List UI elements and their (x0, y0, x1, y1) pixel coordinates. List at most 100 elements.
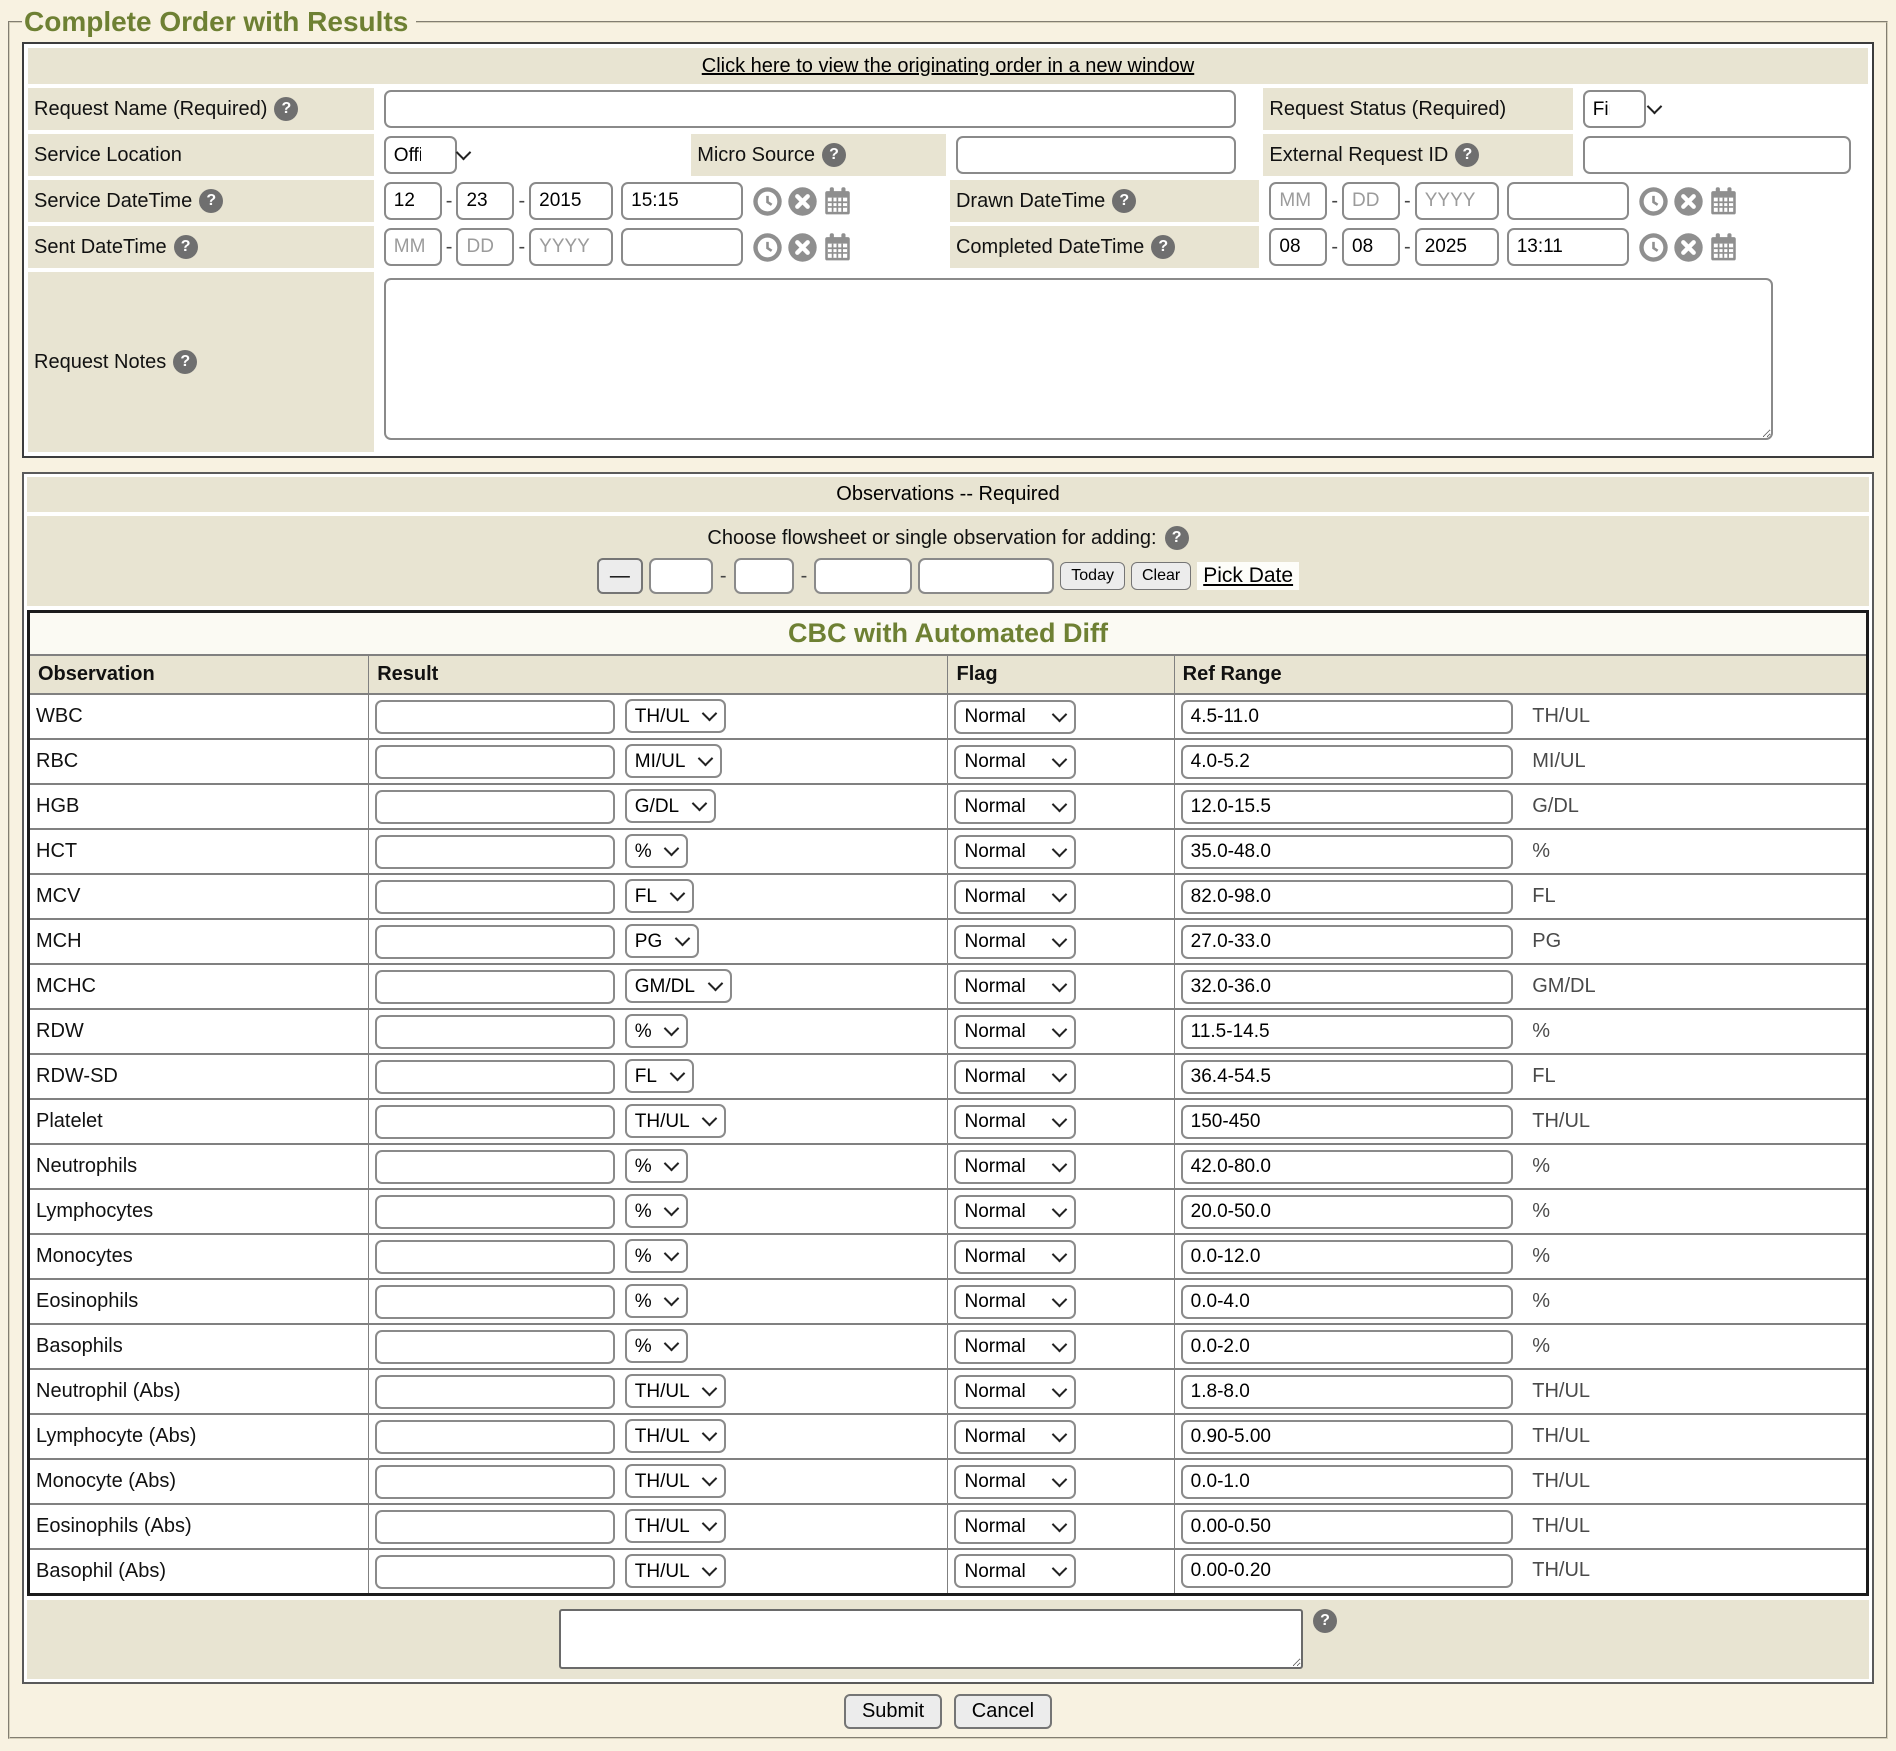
ref-range-input[interactable] (1181, 1150, 1513, 1184)
cancel-button[interactable]: Cancel (954, 1694, 1052, 1729)
ref-range-input[interactable] (1181, 925, 1513, 959)
completed-datetime-month-input[interactable] (1269, 228, 1327, 266)
ref-range-input[interactable] (1181, 880, 1513, 914)
result-input[interactable] (375, 1330, 615, 1364)
result-input[interactable] (375, 1555, 615, 1589)
flag-select[interactable]: Normal (954, 1105, 1076, 1139)
flag-select[interactable]: Normal (954, 1554, 1076, 1588)
flag-select[interactable]: Normal (954, 880, 1076, 914)
result-input[interactable] (375, 1195, 615, 1229)
ref-range-input[interactable] (1181, 790, 1513, 824)
result-unit-select[interactable]: PG (625, 924, 699, 958)
clear-circle-icon[interactable] (1673, 232, 1704, 263)
ref-range-input[interactable] (1181, 1330, 1513, 1364)
completed-datetime-day-input[interactable] (1342, 228, 1400, 266)
result-unit-select[interactable]: TH/UL (625, 699, 726, 733)
result-unit-select[interactable]: G/DL (625, 789, 716, 823)
result-input[interactable] (375, 1240, 615, 1274)
chooser-time-input[interactable] (918, 558, 1054, 594)
flag-select[interactable]: Normal (954, 1330, 1076, 1364)
result-input[interactable] (375, 1420, 615, 1454)
result-input[interactable] (375, 1510, 615, 1544)
result-unit-select[interactable]: TH/UL (625, 1464, 726, 1498)
result-unit-select[interactable]: TH/UL (625, 1374, 726, 1408)
completed-datetime-year-input[interactable] (1415, 228, 1499, 266)
result-unit-select[interactable]: % (625, 834, 688, 868)
result-input[interactable] (375, 970, 615, 1004)
clear-circle-icon[interactable] (1673, 186, 1704, 217)
flag-select[interactable]: Normal (954, 1375, 1076, 1409)
result-unit-select[interactable]: TH/UL (625, 1419, 726, 1453)
result-input[interactable] (375, 790, 615, 824)
result-comment-textarea[interactable] (559, 1609, 1303, 1669)
drawn-datetime-time-input[interactable] (1507, 182, 1629, 220)
drawn-datetime-month-input[interactable] (1269, 182, 1327, 220)
result-unit-select[interactable]: TH/UL (625, 1104, 726, 1138)
flag-select[interactable]: Normal (954, 1285, 1076, 1319)
flag-select[interactable]: Normal (954, 1420, 1076, 1454)
result-input[interactable] (375, 1375, 615, 1409)
ref-range-input[interactable] (1181, 1554, 1513, 1588)
flag-select[interactable]: Normal (954, 700, 1076, 734)
view-originating-order-link[interactable]: Click here to view the originating order… (702, 55, 1194, 77)
today-button[interactable]: Today (1060, 562, 1125, 590)
clock-icon[interactable] (752, 186, 783, 217)
ref-range-input[interactable] (1181, 1240, 1513, 1274)
result-input[interactable] (375, 700, 615, 734)
calendar-icon[interactable] (822, 186, 853, 217)
result-input[interactable] (375, 1285, 615, 1319)
result-unit-select[interactable]: % (625, 1284, 688, 1318)
result-unit-select[interactable]: FL (625, 1059, 694, 1093)
request-notes-textarea[interactable] (384, 278, 1774, 440)
flag-select[interactable]: Normal (954, 970, 1076, 1004)
service-datetime-year-input[interactable] (529, 182, 613, 220)
chooser-day-input[interactable] (734, 558, 794, 594)
ref-range-input[interactable] (1181, 1195, 1513, 1229)
flag-select[interactable]: Normal (954, 835, 1076, 869)
clock-icon[interactable] (1638, 232, 1669, 263)
flag-select[interactable]: Normal (954, 925, 1076, 959)
sent-datetime-month-input[interactable] (384, 228, 442, 266)
ref-range-input[interactable] (1181, 700, 1513, 734)
flag-select[interactable]: Normal (954, 1240, 1076, 1274)
completed-datetime-time-input[interactable] (1507, 228, 1629, 266)
external-request-id-input[interactable] (1583, 136, 1851, 174)
result-unit-select[interactable]: FL (625, 879, 694, 913)
flag-select[interactable]: Normal (954, 790, 1076, 824)
calendar-icon[interactable] (822, 232, 853, 263)
service-datetime-day-input[interactable] (456, 182, 514, 220)
ref-range-input[interactable] (1181, 1420, 1513, 1454)
clear-button[interactable]: Clear (1131, 562, 1191, 590)
ref-range-input[interactable] (1181, 1510, 1513, 1544)
ref-range-input[interactable] (1181, 1060, 1513, 1094)
result-input[interactable] (375, 880, 615, 914)
calendar-icon[interactable] (1708, 186, 1739, 217)
request-status-select[interactable]: Final (1583, 90, 1646, 128)
result-unit-select[interactable]: % (625, 1194, 688, 1228)
flag-select[interactable]: Normal (954, 1015, 1076, 1049)
result-unit-select[interactable]: TH/UL (625, 1554, 726, 1588)
clear-circle-icon[interactable] (787, 186, 818, 217)
drawn-datetime-year-input[interactable] (1415, 182, 1499, 220)
result-unit-select[interactable]: % (625, 1014, 688, 1048)
flag-select[interactable]: Normal (954, 1150, 1076, 1184)
ref-range-input[interactable] (1181, 1105, 1513, 1139)
request-name-input[interactable] (384, 90, 1236, 128)
result-input[interactable] (375, 1060, 615, 1094)
service-datetime-time-input[interactable] (621, 182, 743, 220)
ref-range-input[interactable] (1181, 1285, 1513, 1319)
drawn-datetime-day-input[interactable] (1342, 182, 1400, 220)
ref-range-input[interactable] (1181, 1465, 1513, 1499)
result-unit-select[interactable]: % (625, 1149, 688, 1183)
result-input[interactable] (375, 745, 615, 779)
clock-icon[interactable] (752, 232, 783, 263)
service-datetime-month-input[interactable] (384, 182, 442, 220)
result-unit-select[interactable]: % (625, 1329, 688, 1363)
sent-datetime-time-input[interactable] (621, 228, 743, 266)
result-input[interactable] (375, 1150, 615, 1184)
sent-datetime-year-input[interactable] (529, 228, 613, 266)
result-unit-select[interactable]: TH/UL (625, 1509, 726, 1543)
ref-range-input[interactable] (1181, 970, 1513, 1004)
result-input[interactable] (375, 835, 615, 869)
pick-date-link[interactable]: Pick Date (1197, 562, 1299, 590)
